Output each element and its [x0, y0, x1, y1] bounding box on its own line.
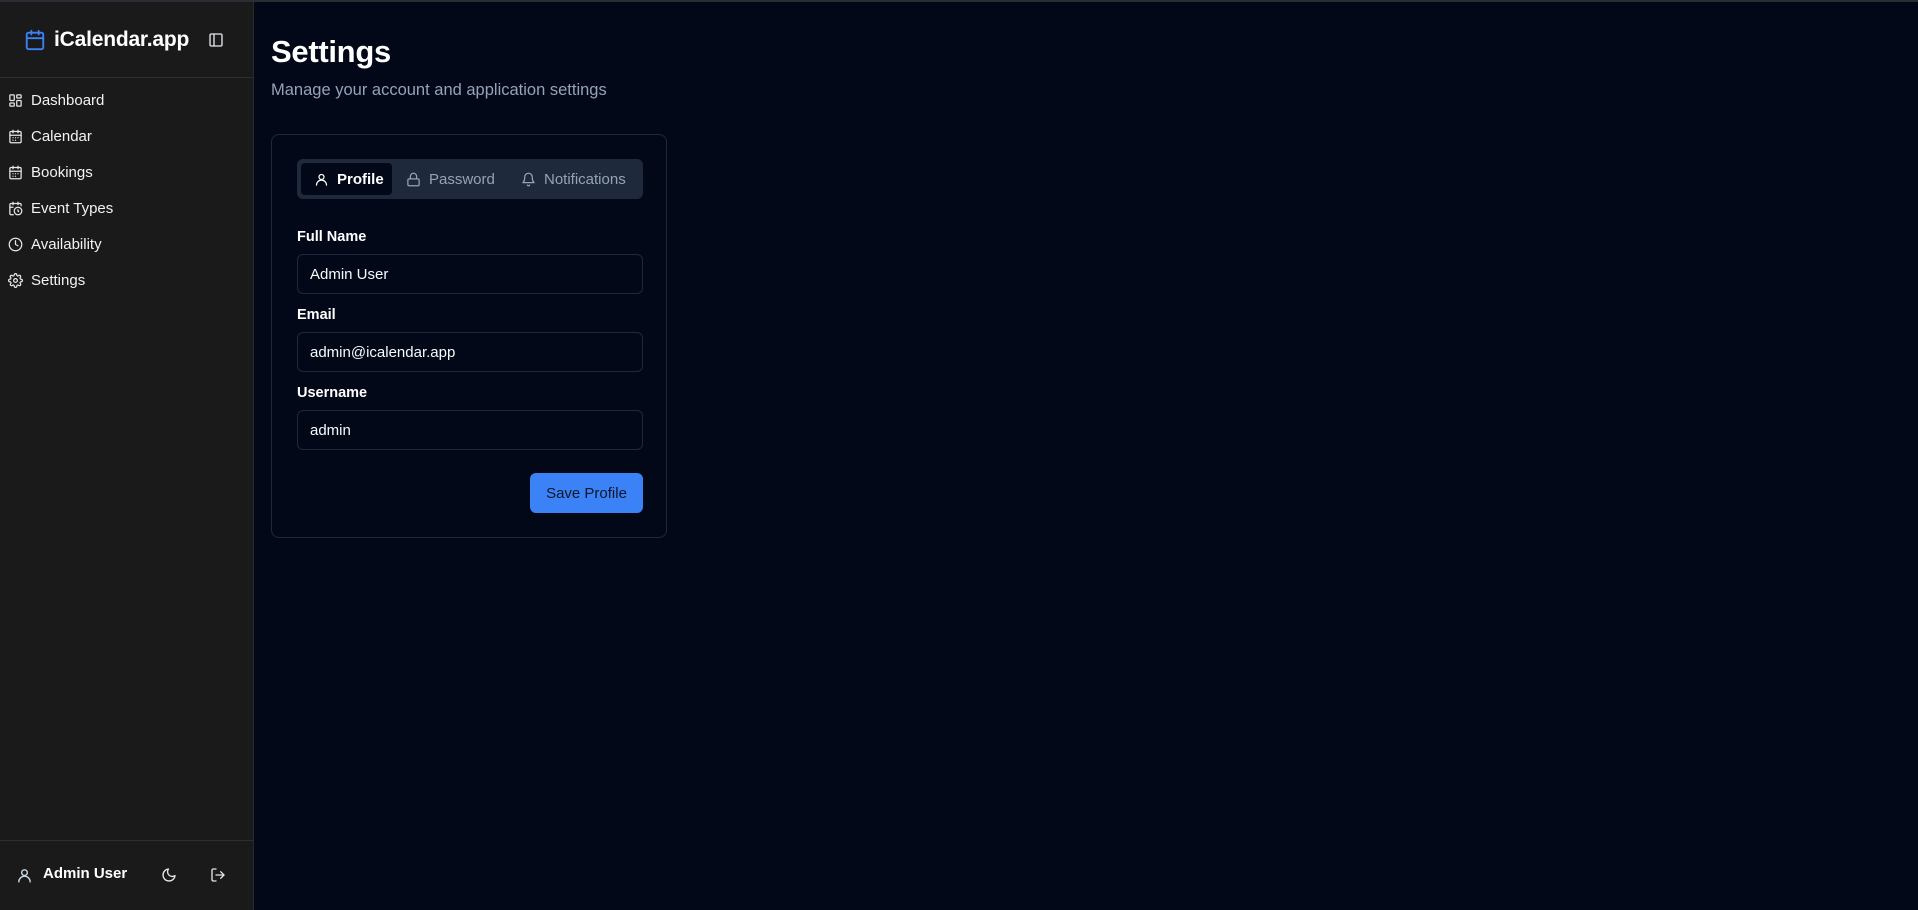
- calendar-icon: [9, 165, 22, 179]
- gear-icon: [8, 272, 23, 288]
- user-name[interactable]: Admin User: [43, 865, 127, 882]
- sidebar-item-availability[interactable]: Availability: [0, 226, 253, 262]
- sidebar-footer: Admin User: [0, 840, 253, 910]
- sidebar-item-label: Event Types: [31, 199, 114, 217]
- settings-tabs: Profile Password Notifications: [297, 159, 643, 199]
- sidebar-item-settings[interactable]: Settings: [0, 262, 253, 298]
- brand-header: iCalendar.app: [0, 2, 253, 78]
- tab-label: Notifications: [544, 170, 626, 188]
- sidebar-item-bookings[interactable]: Bookings: [0, 154, 253, 190]
- tab-label: Password: [429, 170, 495, 188]
- page-subtitle: Manage your account and application sett…: [271, 81, 607, 99]
- email-label: Email: [297, 307, 336, 323]
- sidebar-toggle-icon[interactable]: [208, 32, 224, 48]
- sidebar-item-label: Settings: [31, 271, 86, 289]
- full-name-label: Full Name: [297, 229, 367, 245]
- tab-password[interactable]: Password: [402, 163, 502, 195]
- page-title: Settings: [271, 34, 391, 69]
- tab-profile[interactable]: Profile: [301, 163, 392, 195]
- moon-icon[interactable]: [161, 867, 177, 883]
- sidebar-item-event-types[interactable]: Event Types: [0, 190, 253, 226]
- full-name-field[interactable]: [297, 254, 643, 294]
- lock-icon: [407, 172, 420, 186]
- sidebar-item-label: Bookings: [31, 163, 93, 181]
- dashboard-icon: [9, 93, 22, 107]
- sidebar-item-label: Availability: [31, 235, 102, 253]
- save-profile-button[interactable]: Save Profile: [530, 473, 643, 513]
- sidebar: iCalendar.app Dashboard Calendar Booking…: [0, 2, 254, 910]
- tab-notifications[interactable]: Notifications: [517, 163, 639, 195]
- email-field[interactable]: [297, 332, 643, 372]
- tab-label: Profile: [337, 170, 384, 188]
- user-icon: [18, 869, 31, 883]
- sidebar-item-label: Calendar: [31, 127, 92, 145]
- user-icon: [315, 173, 328, 186]
- settings-card: Profile Password Notifications Full Name…: [271, 134, 667, 538]
- sidebar-item-dashboard[interactable]: Dashboard: [0, 82, 253, 118]
- logout-icon[interactable]: [210, 867, 226, 883]
- bell-icon: [522, 172, 535, 186]
- calendar-logo-icon: [25, 29, 45, 50]
- username-label: Username: [297, 385, 368, 401]
- sidebar-item-calendar[interactable]: Calendar: [0, 118, 253, 154]
- username-field[interactable]: [297, 410, 643, 450]
- sidebar-nav: Dashboard Calendar Bookings Event Types …: [0, 78, 253, 298]
- app-title[interactable]: iCalendar.app: [54, 28, 189, 52]
- top-divider: [0, 0, 1918, 2]
- calendar-clock-icon: [9, 201, 23, 215]
- sidebar-item-label: Dashboard: [31, 91, 105, 109]
- calendar-icon: [9, 129, 22, 143]
- clock-icon: [8, 237, 23, 251]
